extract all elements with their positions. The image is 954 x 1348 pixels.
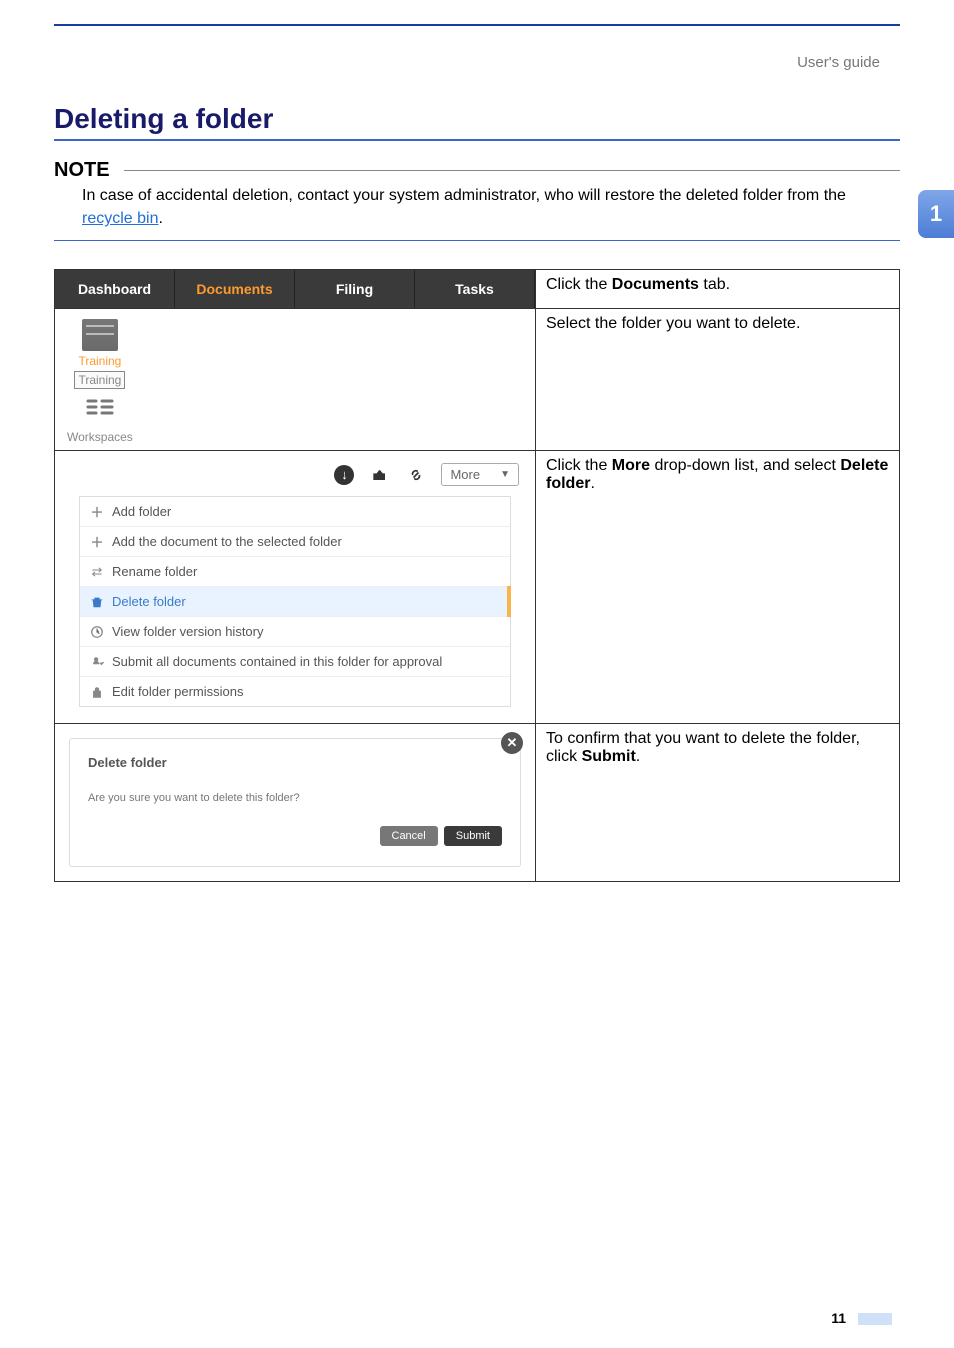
more-menu: ＋ Add folder ＋ Add the document to the s… xyxy=(79,496,511,707)
step-1-text-c: tab. xyxy=(699,276,730,293)
section-title-rule xyxy=(54,139,900,141)
menu-label: View folder version history xyxy=(112,624,264,639)
folder-icon xyxy=(82,319,118,351)
step-3-image: ↓ More ▼ xyxy=(55,451,536,724)
menu-submit-approval[interactable]: Submit all documents contained in this f… xyxy=(80,647,510,677)
tab-documents[interactable]: Documents xyxy=(175,270,295,308)
step-1-text-a: Click the xyxy=(546,276,612,293)
more-dropdown[interactable]: More ▼ xyxy=(441,463,519,486)
submit-button[interactable]: Submit xyxy=(444,826,502,846)
menu-label: Delete folder xyxy=(112,594,186,609)
rename-icon: ⇄ xyxy=(90,565,104,579)
workspace-label: Workspaces xyxy=(67,430,133,444)
top-rule xyxy=(54,24,900,26)
note-body: In case of accidental deletion, contact … xyxy=(82,184,900,230)
menu-label: Edit folder permissions xyxy=(112,684,244,699)
folder-training-1[interactable]: Training xyxy=(78,319,121,368)
note-label: NOTE xyxy=(54,159,110,182)
step-3-text-a: Click the xyxy=(546,457,612,474)
tab-bar: Dashboard Documents Filing Tasks xyxy=(55,270,535,308)
approval-icon xyxy=(90,655,104,669)
step-2-instruction: Select the folder you want to delete. xyxy=(536,309,900,451)
step-3-instruction: Click the More drop-down list, and selec… xyxy=(536,451,900,724)
chapter-badge: 1 xyxy=(918,190,954,238)
workspaces-item[interactable]: Workspaces xyxy=(67,395,133,444)
plus-icon: ＋ xyxy=(90,505,104,519)
step-1-text-b: Documents xyxy=(612,276,699,293)
step-3-text-b: More xyxy=(612,457,650,474)
delete-dialog: Delete folder Are you sure you want to d… xyxy=(69,738,521,867)
dialog-question: Are you sure you want to delete this fol… xyxy=(88,792,502,804)
note-body-suffix: . xyxy=(158,210,162,227)
lock-icon xyxy=(90,685,104,699)
menu-label: Submit all documents contained in this f… xyxy=(112,654,442,669)
folder-label: Training xyxy=(78,354,121,368)
step-4-instruction: To confirm that you want to delete the f… xyxy=(536,724,900,882)
link-icon[interactable] xyxy=(405,464,427,486)
note-bottom-rule xyxy=(54,240,900,241)
menu-add-document[interactable]: ＋ Add the document to the selected folde… xyxy=(80,527,510,557)
step-2-image: Training Training Workspaces xyxy=(55,309,536,451)
more-label: More xyxy=(450,467,480,482)
folder-training-selected[interactable]: Training xyxy=(74,371,125,389)
menu-rename-folder[interactable]: ⇄ Rename folder xyxy=(80,557,510,587)
step-4-text-b: Submit xyxy=(582,748,636,765)
menu-label: Add folder xyxy=(112,504,171,519)
menu-add-folder[interactable]: ＋ Add folder xyxy=(80,497,510,527)
workspace-icon xyxy=(82,395,118,427)
section-title: Deleting a folder xyxy=(54,103,900,135)
tab-tasks[interactable]: Tasks xyxy=(415,270,535,308)
tab-dashboard[interactable]: Dashboard xyxy=(55,270,175,308)
cancel-button[interactable]: Cancel xyxy=(380,826,438,846)
chevron-down-icon: ▼ xyxy=(500,469,510,480)
menu-delete-folder[interactable]: Delete folder xyxy=(80,587,510,617)
note-body-prefix: In case of accidental deletion, contact … xyxy=(82,187,846,204)
page-number-value: 11 xyxy=(831,1310,846,1326)
menu-version-history[interactable]: View folder version history xyxy=(80,617,510,647)
step-4-text-c: . xyxy=(636,748,640,765)
menu-label: Rename folder xyxy=(112,564,197,579)
header-doc-type: User's guide xyxy=(54,54,900,71)
step-3-text-c: drop-down list, and select xyxy=(650,457,840,474)
menu-label: Add the document to the selected folder xyxy=(112,534,342,549)
menu-edit-permissions[interactable]: Edit folder permissions xyxy=(80,677,510,706)
dialog-title: Delete folder xyxy=(88,755,502,770)
upload-icon[interactable] xyxy=(369,464,391,486)
plus-icon: ＋ xyxy=(90,535,104,549)
page-number: 11 xyxy=(831,1310,892,1326)
download-icon[interactable]: ↓ xyxy=(333,464,355,486)
step-4-image: ✕ Delete folder Are you sure you want to… xyxy=(55,724,536,882)
step-1-instruction: Click the Documents tab. xyxy=(536,270,900,309)
tab-filing[interactable]: Filing xyxy=(295,270,415,308)
toolbar: ↓ More ▼ xyxy=(67,463,523,486)
step-3-text-e: . xyxy=(590,475,594,492)
clock-icon xyxy=(90,625,104,639)
note-line xyxy=(124,170,900,171)
step-2-text-a: Select the folder you want to delete. xyxy=(546,315,800,332)
steps-table: Dashboard Documents Filing Tasks Click t… xyxy=(54,269,900,882)
trash-icon xyxy=(90,595,104,609)
step-1-image: Dashboard Documents Filing Tasks xyxy=(55,270,536,309)
page-number-box xyxy=(858,1313,892,1325)
recycle-bin-link[interactable]: recycle bin xyxy=(82,210,158,227)
folder-label: Training xyxy=(78,373,121,387)
